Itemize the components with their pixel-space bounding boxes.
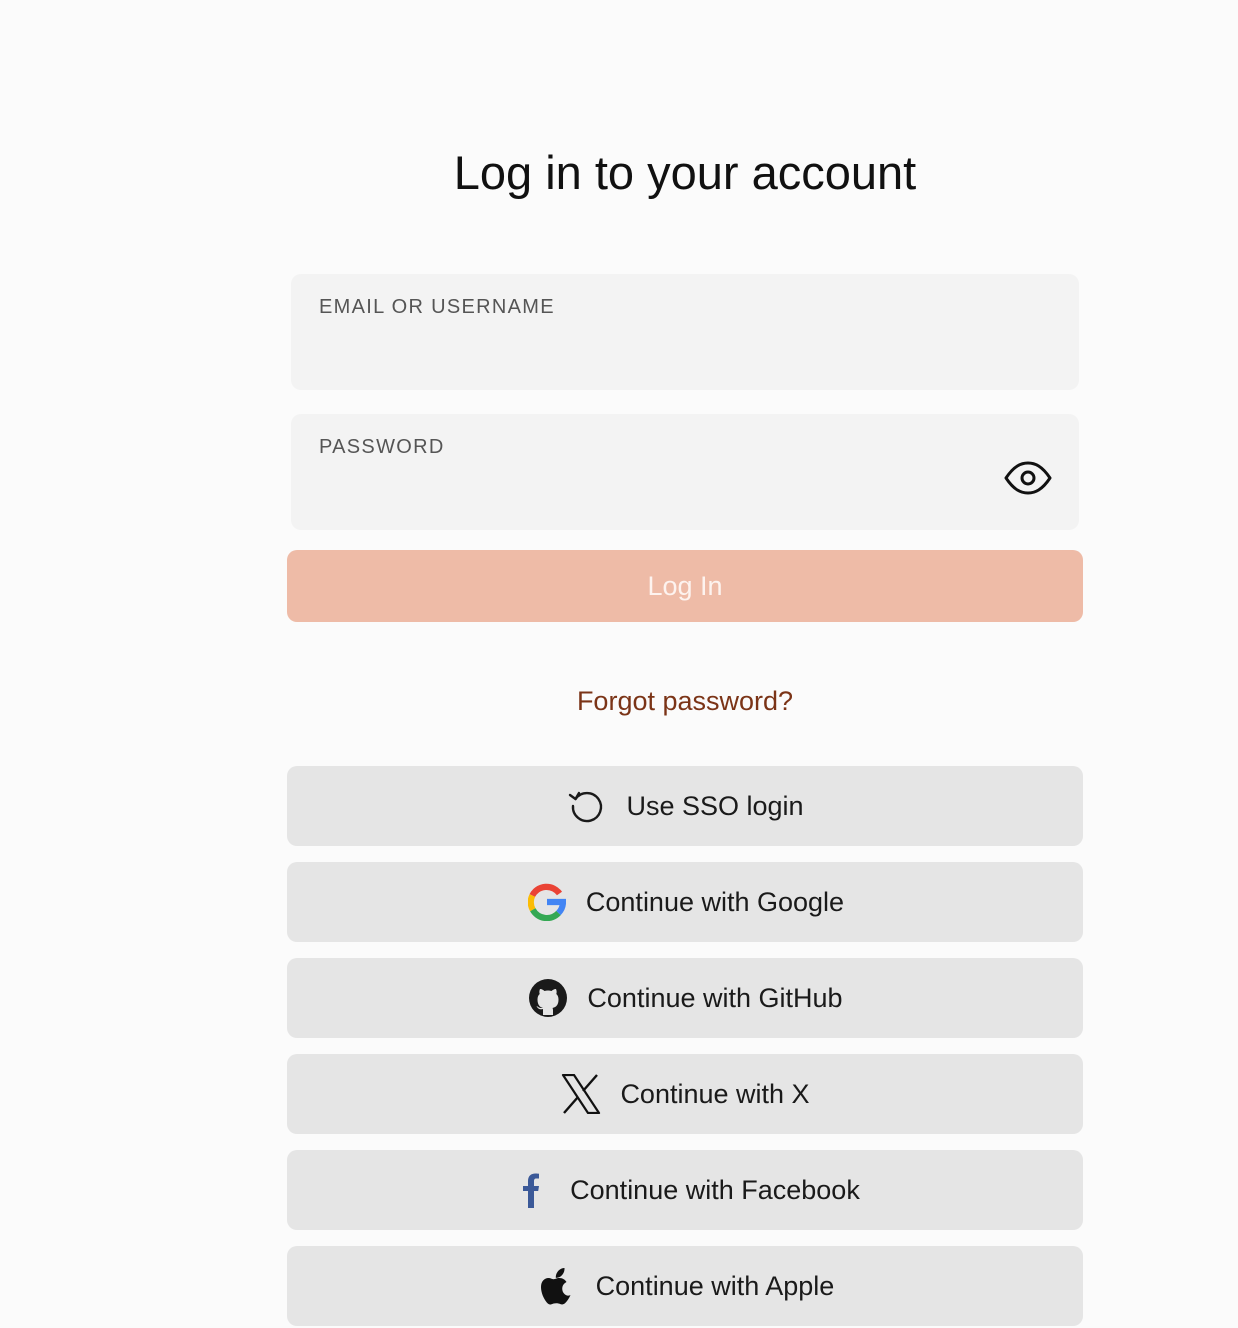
email-field[interactable]: EMAIL OR USERNAME [291,274,1079,390]
github-icon [527,977,569,1019]
google-login-button[interactable]: Continue with Google [287,862,1083,942]
x-login-label: Continue with X [620,1078,810,1109]
apple-login-label: Continue with Apple [595,1270,835,1301]
facebook-icon [510,1169,552,1211]
facebook-login-label: Continue with Facebook [570,1174,860,1205]
show-password-toggle[interactable] [1003,458,1053,498]
google-login-label: Continue with Google [585,886,845,917]
page-title: Log in to your account [453,146,917,199]
password-label: PASSWORD [319,436,445,458]
sso-login-button[interactable]: Use SSO login [287,766,1083,846]
google-icon [526,881,568,923]
apple-icon [536,1265,578,1307]
x-icon [560,1073,602,1115]
facebook-login-button[interactable]: Continue with Facebook [287,1150,1083,1230]
email-input[interactable] [319,332,989,374]
forgot-password-link[interactable]: Forgot password? [287,686,1083,717]
x-login-button[interactable]: Continue with X [287,1054,1083,1134]
github-login-button[interactable]: Continue with GitHub [287,958,1083,1038]
password-field[interactable]: PASSWORD [291,414,1079,530]
sso-login-label: Use SSO login [626,790,804,821]
apple-login-button[interactable]: Continue with Apple [287,1246,1083,1326]
password-input[interactable] [319,472,989,514]
login-page: Log in to your account EMAIL OR USERNAME… [0,0,1238,1328]
email-label: EMAIL OR USERNAME [319,296,555,318]
github-login-label: Continue with GitHub [587,982,843,1013]
history-icon [566,785,608,827]
login-button[interactable]: Log In [287,550,1083,622]
eye-icon [1004,461,1052,495]
